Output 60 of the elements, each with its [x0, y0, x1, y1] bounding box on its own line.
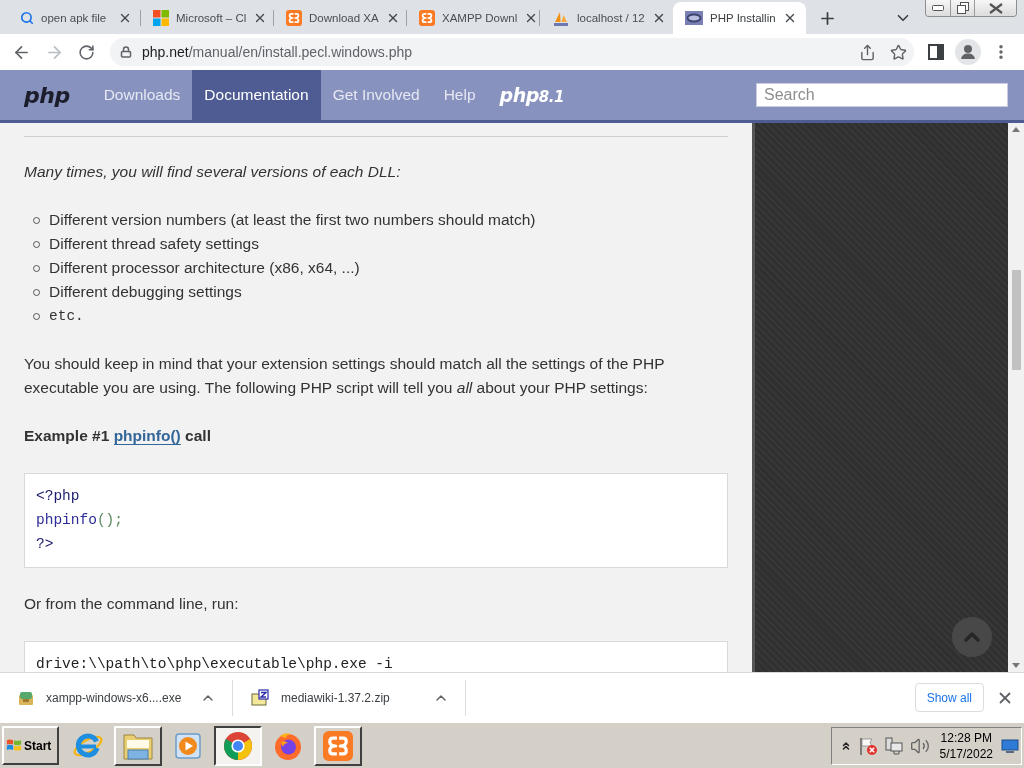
address-bar[interactable]: php.net/manual/en/install.pecl.windows.php — [110, 38, 914, 66]
installer-icon — [18, 689, 34, 706]
browser-tab[interactable]: XAMPP Downl — [407, 2, 540, 34]
list-item-text: Different debugging settings — [49, 282, 242, 302]
scrollbar-thumb[interactable] — [1011, 270, 1021, 370]
list-item-text: Different thread safety settings — [49, 234, 259, 254]
reload-icon[interactable] — [78, 43, 95, 61]
xampp-logo-icon — [286, 10, 302, 26]
share-icon[interactable] — [859, 43, 876, 61]
browser-tab[interactable]: Microsoft – Cl — [141, 2, 274, 34]
close-icon[interactable] — [988, 2, 1003, 14]
scroll-down-icon[interactable] — [1012, 663, 1020, 668]
clock-date: 5/17/2022 — [939, 745, 993, 762]
site-logo[interactable]: php — [24, 82, 70, 108]
restore-icon[interactable] — [956, 2, 969, 14]
list-item-text: Different version numbers (at least the first two numbers should match) — [49, 210, 536, 230]
download-file-name[interactable]: xampp-windows-x6....exe — [46, 690, 182, 705]
xampp-icon — [323, 730, 353, 761]
sails-logo-icon — [552, 10, 570, 26]
list-item-text: Different processor architecture (x86, x64, ...) — [49, 258, 360, 278]
monitor-icon[interactable] — [1001, 737, 1019, 754]
bookmark-star-icon[interactable] — [890, 43, 907, 61]
chrome-icon — [222, 729, 254, 762]
side-panel-icon[interactable] — [928, 44, 944, 60]
list-item-text: etc. — [49, 307, 84, 326]
archive-icon — [251, 688, 269, 707]
taskbar-button[interactable] — [214, 725, 262, 766]
code-line: ?> — [36, 535, 55, 554]
lock-icon[interactable] — [120, 46, 132, 58]
search-icon — [20, 11, 34, 25]
browser-tab[interactable]: PHP Installin — [673, 2, 806, 34]
paragraph: Or from the command line, run: — [24, 594, 240, 614]
network-icon[interactable] — [883, 735, 904, 756]
close-icon[interactable] — [118, 11, 132, 25]
intro-text: Many times, you will find several versions of each DLL: — [24, 162, 402, 182]
download-file-name[interactable]: mediawiki-1.37.2.zip — [281, 690, 390, 705]
example-heading: Example #1 phpinfo() call — [24, 426, 212, 447]
browser-tab[interactable]: Download XA — [274, 2, 407, 34]
clock-time: 12:28 PM — [940, 729, 992, 746]
profile-icon[interactable] — [955, 39, 981, 65]
function-link[interactable]: phpinfo() — [113, 427, 181, 445]
show-all-button[interactable]: Show all — [914, 683, 984, 712]
minimize-icon[interactable] — [932, 5, 944, 11]
code-line: <?php — [36, 487, 81, 506]
xampp-logo-icon — [419, 10, 435, 26]
windows-flag-icon — [6, 738, 22, 753]
scroll-up-icon[interactable] — [1012, 127, 1020, 132]
microsoft-logo-icon — [153, 10, 169, 26]
start-button[interactable]: Start — [2, 726, 59, 765]
code-line: phpinfo(); — [36, 511, 125, 530]
browser-tab[interactable]: open apk file — [8, 2, 141, 34]
search-field[interactable]: Search — [756, 83, 1008, 107]
nav-link[interactable]: Documentation — [192, 70, 321, 120]
close-icon[interactable] — [783, 11, 797, 25]
media-player-icon — [173, 730, 203, 761]
browser-tab[interactable]: localhost / 12 — [540, 2, 673, 34]
paragraph: You should keep in mind that your extension settings should match all the settings of the PHP executable you are using. The following PHP script will tell you all about your PHP settings: — [24, 354, 666, 398]
flag-alert-icon[interactable] — [857, 735, 878, 756]
php-logo-icon — [685, 11, 703, 25]
code-line: drive:\\path\to\php\executable\php.exe -i — [36, 655, 394, 672]
